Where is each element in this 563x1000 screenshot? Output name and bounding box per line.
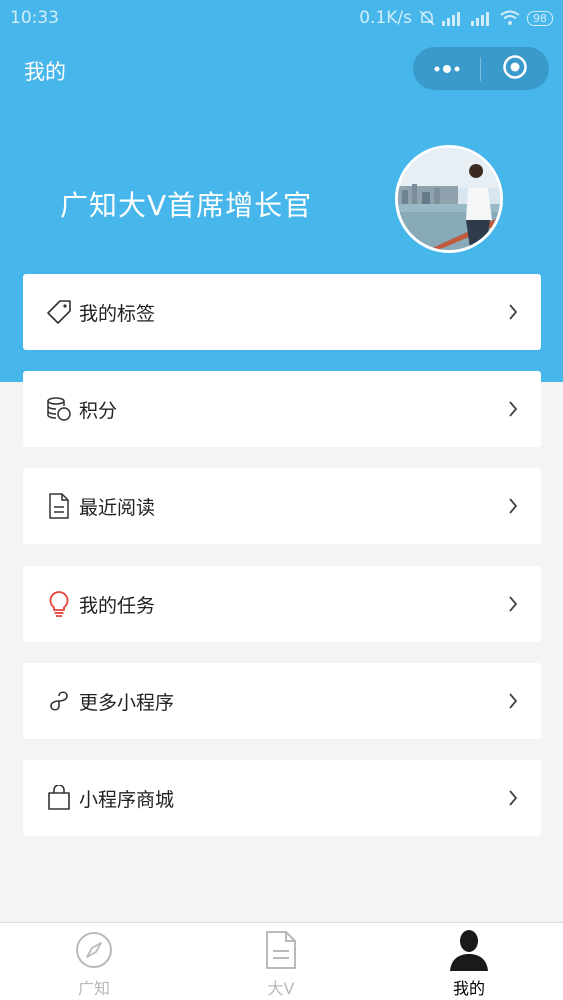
chevron-right-icon: [505, 302, 521, 322]
menu-item-label: 更多小程序: [79, 691, 175, 714]
chevron-right-icon: [505, 399, 521, 419]
battery-indicator: 98: [527, 10, 553, 26]
more-dots-icon: [432, 59, 462, 78]
tab-mine[interactable]: 我的: [409, 929, 529, 999]
mini-program-capsule: [413, 47, 549, 90]
tab-label: 我的: [452, 979, 485, 998]
menu-item-label: 积分: [79, 399, 118, 422]
menu-item-recent-reading[interactable]: 最近阅读: [23, 468, 541, 544]
menu-item-label: 小程序商城: [79, 788, 175, 811]
close-mini-program-button[interactable]: [481, 47, 548, 90]
tab-da-v[interactable]: 大V: [221, 929, 341, 999]
menu-item-label: 我的任务: [79, 594, 156, 617]
status-time: 10:33: [10, 8, 59, 28]
tag-icon: [45, 298, 73, 326]
signal-icon-2: [471, 10, 493, 26]
avatar[interactable]: [395, 145, 503, 253]
shopping-bag-icon: [45, 784, 73, 812]
compass-icon: [74, 929, 114, 971]
status-indicators: 0.1K/s 98: [359, 8, 553, 28]
menu-item-my-tasks[interactable]: 我的任务: [23, 566, 541, 642]
profile-name: 广知大V首席增长官: [60, 189, 313, 222]
menu-item-label: 最近阅读: [79, 496, 156, 519]
wifi-icon: [500, 10, 520, 26]
chevron-right-icon: [505, 788, 521, 808]
tab-guangzhi[interactable]: 广知: [34, 929, 154, 999]
menu-item-points[interactable]: 积分: [23, 371, 541, 447]
menu-item-mini-program-store[interactable]: 小程序商城: [23, 760, 541, 836]
document-icon: [261, 929, 301, 971]
mini-program-icon: [45, 687, 73, 715]
coins-icon: [45, 395, 73, 423]
lightbulb-icon: [45, 590, 73, 618]
person-icon: [449, 929, 489, 971]
mute-icon: [419, 9, 435, 27]
chevron-right-icon: [505, 594, 521, 614]
menu-item-label: 我的标签: [79, 302, 156, 325]
network-speed: 0.1K/s: [359, 8, 412, 28]
document-icon: [45, 492, 73, 520]
status-bar: 10:33 0.1K/s 98: [0, 0, 563, 36]
signal-icon: [442, 10, 464, 26]
target-circle-icon: [502, 54, 528, 84]
page-title: 我的: [24, 60, 66, 84]
more-button[interactable]: [413, 47, 480, 90]
tab-label: 大V: [267, 979, 295, 998]
menu-item-my-tags[interactable]: 我的标签: [23, 274, 541, 350]
avatar-photo: [398, 148, 500, 250]
tab-label: 广知: [77, 979, 110, 998]
tab-bar: 广知 大V 我的: [0, 922, 563, 1000]
menu-item-more-mini-programs[interactable]: 更多小程序: [23, 663, 541, 739]
chevron-right-icon: [505, 496, 521, 516]
chevron-right-icon: [505, 691, 521, 711]
